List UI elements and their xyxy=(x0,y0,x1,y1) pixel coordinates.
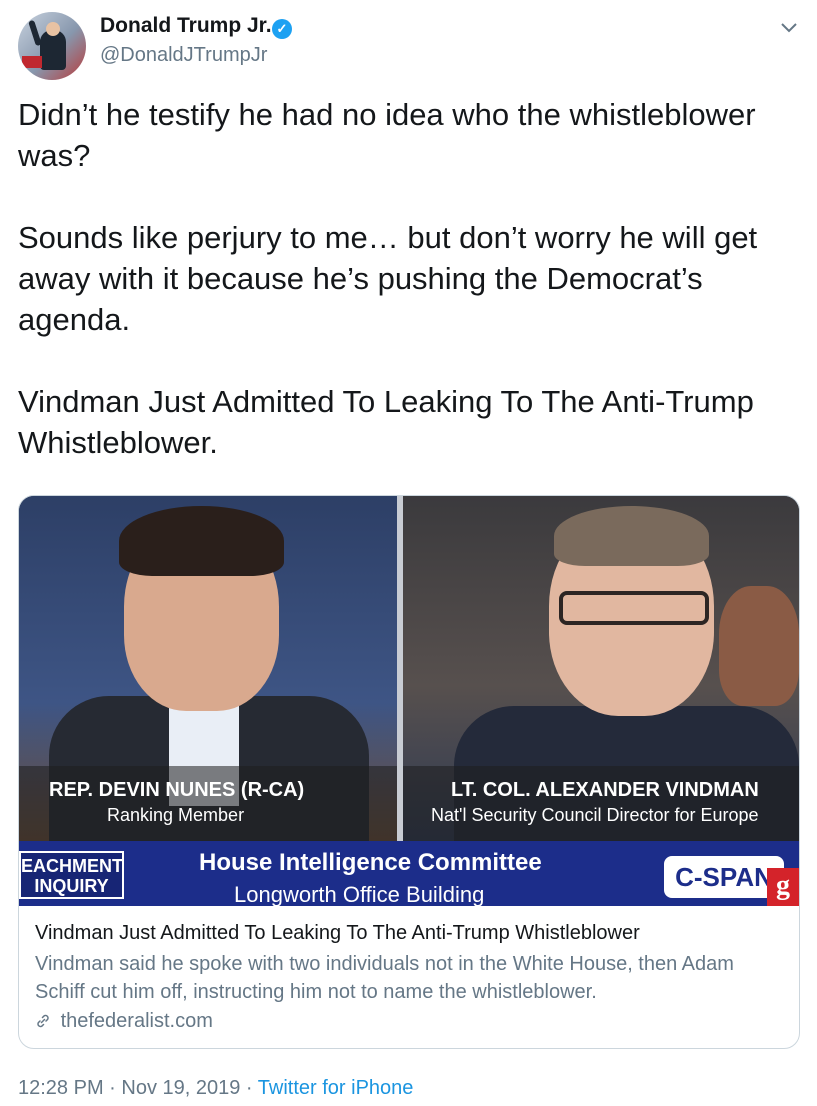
avatar[interactable] xyxy=(18,12,86,80)
left-caption-bg xyxy=(19,766,397,841)
left-caption-title: REP. DEVIN NUNES (R-CA) xyxy=(49,779,305,801)
right-caption-title: LT. COL. ALEXANDER VINDMAN xyxy=(451,779,759,801)
chevron-down-icon[interactable] xyxy=(778,16,800,38)
link-icon xyxy=(35,1010,57,1032)
link-preview-card[interactable]: REP. DEVIN NUNES (R-CA) Ranking Member L… xyxy=(18,495,800,1049)
tweet-paragraph: Didn’t he testify he had no idea who the… xyxy=(18,97,756,173)
author-name[interactable]: Donald Trump Jr. xyxy=(100,14,272,38)
tweet-source-link[interactable]: Twitter for iPhone xyxy=(258,1077,414,1099)
tweet-time[interactable]: 12:28 PM xyxy=(18,1077,104,1099)
background-person xyxy=(719,586,799,706)
card-domain: thefederalist.com xyxy=(60,1010,213,1032)
avatar-figure xyxy=(40,30,66,70)
meta-separator: · xyxy=(240,1077,258,1099)
banner-title: House Intelligence Committee xyxy=(199,849,542,876)
cspan-logo: C-SPAN xyxy=(664,856,784,898)
right-caption-bg xyxy=(403,766,799,841)
card-text: Vindman Just Admitted To Leaking To The … xyxy=(35,920,785,1033)
impeachment-tag: EACHMENT INQUIRY xyxy=(19,851,124,899)
avatar-head xyxy=(46,22,60,36)
right-person-hair xyxy=(554,506,709,566)
cspan-badge: g xyxy=(767,868,799,906)
tweet-date[interactable]: Nov 19, 2019 xyxy=(121,1077,240,1099)
tweet-text: Didn’t he testify he had no idea who the… xyxy=(18,94,798,504)
left-caption-subtitle: Ranking Member xyxy=(107,805,245,825)
author-handle[interactable]: @DonaldJTrumpJr xyxy=(100,44,267,67)
verified-badge-icon: ✓ xyxy=(272,19,292,39)
right-caption-subtitle: Nat'l Security Council Director for Euro… xyxy=(431,805,759,825)
card-description: Vindman said he spoke with two individua… xyxy=(35,953,734,1003)
tweet-meta: 12:28 PM · Nov 19, 2019 · Twitter for iP… xyxy=(18,1077,413,1100)
banner-subtitle: Longworth Office Building xyxy=(234,882,485,906)
meta-separator: · xyxy=(103,1077,122,1099)
card-title[interactable]: Vindman Just Admitted To Leaking To The … xyxy=(35,920,785,946)
tweet-paragraph: Sounds like perjury to me… but don’t wor… xyxy=(18,220,758,337)
left-person-hair xyxy=(119,506,284,576)
card-domain-row[interactable]: thefederalist.com xyxy=(35,1010,785,1033)
card-image[interactable]: REP. DEVIN NUNES (R-CA) Ranking Member L… xyxy=(19,496,799,906)
avatar-sign xyxy=(22,56,42,68)
glasses xyxy=(559,591,709,625)
tweet-paragraph: Vindman Just Admitted To Leaking To The … xyxy=(18,384,754,460)
